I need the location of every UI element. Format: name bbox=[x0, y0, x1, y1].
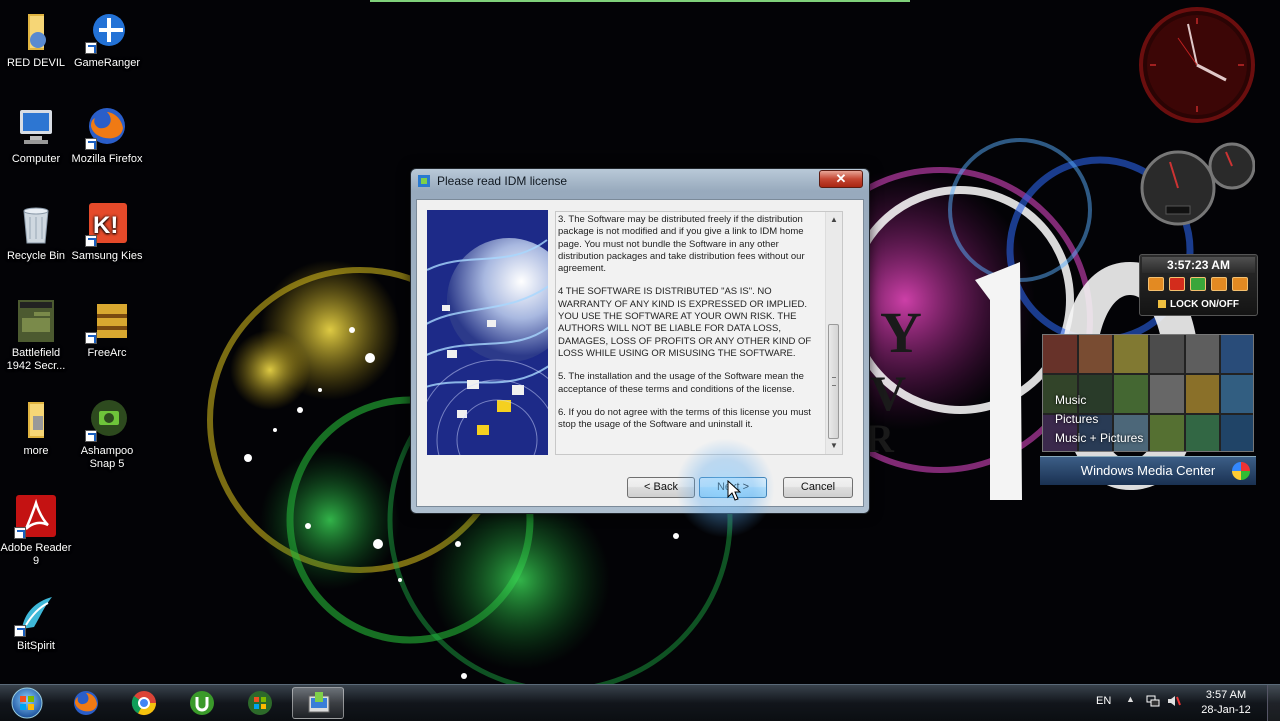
desktop-icon-red-devil[interactable]: RED DEVIL bbox=[0, 10, 72, 70]
desktop-icon-recycle-bin[interactable]: Recycle Bin bbox=[0, 203, 72, 263]
gadget-power-button[interactable] bbox=[1169, 277, 1185, 291]
gadget-list-button[interactable] bbox=[1232, 277, 1248, 291]
desktop-icon-samsung-kies[interactable]: K! Samsung Kies bbox=[71, 203, 143, 263]
language-indicator[interactable]: EN bbox=[1096, 695, 1111, 707]
mouse-cursor-icon bbox=[727, 480, 741, 501]
network-icon[interactable] bbox=[1146, 695, 1160, 707]
scroll-thumb[interactable] bbox=[828, 324, 839, 439]
license-paragraph: 5. The installation and the usage of the… bbox=[558, 371, 804, 395]
analog-clock-gadget[interactable] bbox=[1138, 6, 1256, 124]
taskbar-firefox[interactable] bbox=[60, 687, 112, 719]
windows-live-icon bbox=[248, 691, 272, 715]
shortcut-arrow-icon bbox=[85, 430, 97, 442]
folder-icon bbox=[28, 402, 44, 438]
lock-clock-gadget[interactable]: 3:57:23 AM LOCK ON/OFF bbox=[1139, 254, 1258, 316]
desktop-icon-computer[interactable]: Computer bbox=[0, 106, 72, 166]
media-menu-music-pictures[interactable]: Music + Pictures bbox=[1055, 429, 1143, 448]
chrome-icon bbox=[131, 691, 156, 716]
cpu-meter-gadget[interactable] bbox=[1140, 140, 1255, 230]
desktop-icon-more[interactable]: more bbox=[0, 398, 72, 458]
taskbar-idm-installer[interactable] bbox=[292, 687, 344, 719]
media-center-bar[interactable]: Windows Media Center bbox=[1040, 456, 1256, 485]
folder-icon bbox=[28, 14, 46, 50]
battlefield-icon bbox=[18, 300, 54, 342]
show-desktop-button[interactable] bbox=[1267, 685, 1280, 721]
gadget-buttons bbox=[1148, 277, 1248, 291]
cancel-button[interactable]: Cancel bbox=[783, 477, 853, 498]
recycle-bin-icon bbox=[23, 207, 49, 244]
license-paragraph: 4 THE SOFTWARE IS DISTRIBUTED "AS IS". N… bbox=[558, 286, 812, 359]
scroll-down-arrow-icon[interactable]: ▼ bbox=[826, 438, 842, 454]
taskbar-chrome[interactable] bbox=[118, 687, 170, 719]
close-button[interactable]: ✕ bbox=[819, 170, 863, 188]
shortcut-arrow-icon bbox=[85, 42, 97, 54]
taskbar-utorrent[interactable] bbox=[176, 687, 228, 719]
dialog-client-area: 3. The Software may be distributed freel… bbox=[416, 199, 864, 507]
taskbar: EN ▲ 3:57 AM 28-Jan-12 bbox=[0, 684, 1280, 721]
back-button[interactable]: < Back bbox=[627, 477, 695, 498]
license-paragraph: 3. The Software may be distributed freel… bbox=[558, 214, 805, 275]
dialog-titlebar[interactable]: Please read IDM license ✕ bbox=[411, 169, 869, 193]
volume-icon[interactable] bbox=[1167, 695, 1181, 707]
gadget-folder-button[interactable] bbox=[1148, 277, 1164, 291]
svg-text:Y: Y bbox=[880, 300, 922, 365]
utorrent-icon bbox=[190, 691, 214, 715]
show-hidden-icons-arrow[interactable]: ▲ bbox=[1126, 694, 1135, 704]
windows-orb-icon bbox=[1232, 462, 1250, 480]
media-center-gadget[interactable]: Music Pictures Music + Pictures Windows … bbox=[1040, 332, 1256, 494]
shortcut-arrow-icon bbox=[85, 138, 97, 150]
taskbar-date: 28-Jan-12 bbox=[1201, 704, 1251, 716]
gadget-settings-button[interactable] bbox=[1190, 277, 1206, 291]
svg-text:V: V bbox=[870, 365, 906, 421]
desktop-icon-ashampoo[interactable]: Ashampoo Snap 5 bbox=[71, 398, 143, 471]
close-icon: ✕ bbox=[835, 171, 847, 186]
license-scrollbar[interactable]: ▲ ▼ bbox=[825, 212, 842, 454]
dialog-title: Please read IDM license bbox=[437, 174, 568, 188]
lock-icon bbox=[1158, 300, 1167, 308]
desktop-icon-freearc[interactable]: FreeArc bbox=[71, 300, 143, 360]
scroll-grip-icon bbox=[832, 377, 836, 386]
shortcut-arrow-icon bbox=[14, 527, 26, 539]
shortcut-arrow-icon bbox=[85, 235, 97, 247]
desktop-icon-firefox[interactable]: Mozilla Firefox bbox=[71, 106, 143, 166]
shortcut-arrow-icon bbox=[14, 625, 26, 637]
license-text: 3. The Software may be distributed freel… bbox=[558, 214, 826, 442]
desktop-icon-battlefield[interactable]: Battlefield 1942 Secr... bbox=[0, 300, 72, 373]
desktop-icon-gameranger[interactable]: GameRanger bbox=[71, 10, 143, 70]
globe-banner-image bbox=[427, 210, 548, 455]
idm-installer-icon bbox=[308, 692, 330, 713]
firefox-icon bbox=[74, 691, 98, 715]
license-text-box[interactable]: 3. The Software may be distributed freel… bbox=[555, 211, 843, 455]
media-menu-pictures[interactable]: Pictures bbox=[1055, 410, 1143, 429]
license-paragraph: 6. If you do not agree with the terms of… bbox=[558, 406, 811, 431]
taskbar-windows-live[interactable] bbox=[234, 687, 286, 719]
media-menu-music[interactable]: Music bbox=[1055, 391, 1143, 410]
computer-icon bbox=[20, 110, 52, 144]
taskbar-clock[interactable]: 3:57 AM 28-Jan-12 bbox=[1196, 688, 1256, 718]
gadget-key-button[interactable] bbox=[1211, 277, 1227, 291]
desktop-icon-adobe-reader[interactable]: Adobe Reader 9 bbox=[0, 495, 72, 568]
lock-toggle[interactable]: LOCK ON/OFF bbox=[1140, 299, 1257, 310]
shortcut-arrow-icon bbox=[85, 332, 97, 344]
gadget-time: 3:57:23 AM bbox=[1142, 257, 1255, 273]
media-thumbnail-grid: Music Pictures Music + Pictures bbox=[1042, 334, 1254, 452]
idm-app-icon bbox=[418, 175, 430, 187]
start-button[interactable] bbox=[6, 686, 48, 720]
taskbar-time: 3:57 AM bbox=[1205, 689, 1247, 701]
desktop-icon-bitspirit[interactable]: BitSpirit bbox=[0, 593, 72, 653]
scroll-up-arrow-icon[interactable]: ▲ bbox=[826, 212, 842, 228]
idm-license-dialog: Please read IDM license ✕ 3. The Softwar… bbox=[410, 168, 870, 514]
